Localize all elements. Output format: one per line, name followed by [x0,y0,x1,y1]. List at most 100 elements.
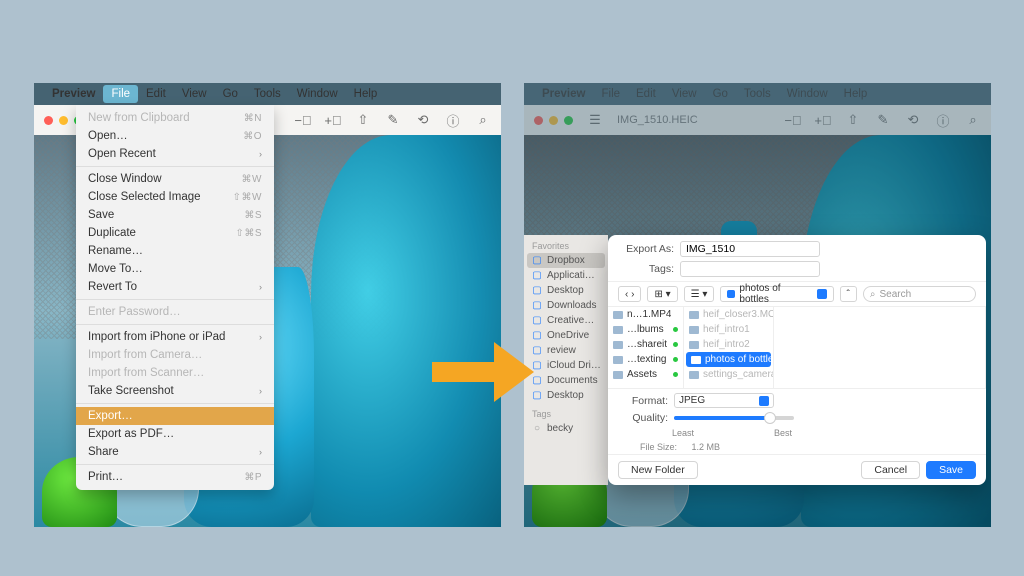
tags-field[interactable] [680,261,820,277]
browser-item[interactable]: heif_intro2 [684,337,773,352]
browser-item[interactable]: Assets [608,367,683,382]
sidebar-icon[interactable]: ☰ [587,112,603,128]
sidebar-item[interactable]: ▢Applicati… [524,268,608,283]
minimize-window-button[interactable] [59,116,68,125]
sidebar-tag-item[interactable]: ○becky [524,421,608,436]
quality-label: Quality: [620,412,668,424]
export-as-field[interactable] [680,241,820,257]
markup-icon[interactable]: ✎ [875,112,891,128]
file-menu-item[interactable]: Export as PDF… [76,425,274,443]
file-menu-item[interactable]: Rename… [76,242,274,260]
sidebar-tags-header: Tags [524,407,608,421]
filesize-value: 1.2 MB [692,442,721,452]
collapse-toggle[interactable]: ˆ [840,286,857,302]
menu-edit[interactable]: Edit [628,85,664,103]
file-menu-item[interactable]: Take Screenshot› [76,382,274,400]
browser-item[interactable]: n…1.MP4 [608,307,683,322]
share-icon[interactable]: ⇧ [845,112,861,128]
sidebar-item[interactable]: ▢Creative… [524,313,608,328]
file-menu-item[interactable]: Open…⌘O [76,127,274,145]
file-menu-item: Import from Camera… [76,346,274,364]
browser-item[interactable]: settings_camera.PNG [684,367,773,382]
file-menu-item[interactable]: Close Selected Image⇧⌘W [76,188,274,206]
file-menu-item[interactable]: Revert To› [76,278,274,296]
info-icon[interactable]: ⓘ [445,112,461,128]
file-menu-item[interactable]: Open Recent› [76,145,274,163]
save-button[interactable]: Save [926,461,976,479]
menubar-app: Preview [534,85,593,103]
browser-item[interactable]: heif_closer3.MOV [684,307,773,322]
menu-tools[interactable]: Tools [736,85,779,103]
rotate-icon[interactable]: ⟲ [415,112,431,128]
share-icon[interactable]: ⇧ [355,112,371,128]
quality-least-label: Least [672,428,694,438]
file-menu-item[interactable]: Import from iPhone or iPad› [76,328,274,346]
close-window-button[interactable] [44,116,53,125]
menu-help[interactable]: Help [346,85,386,103]
format-label: Format: [620,395,668,407]
file-menu-item[interactable]: Share› [76,443,274,461]
minimize-window-button[interactable] [549,116,558,125]
menu-window[interactable]: Window [779,85,836,103]
menu-help[interactable]: Help [836,85,876,103]
nav-back-forward[interactable]: ‹ › [618,286,641,302]
format-select[interactable]: JPEG [674,393,774,408]
zoom-out-icon[interactable]: −⃝ [295,112,311,128]
sidebar-item[interactable]: ▢Desktop [524,283,608,298]
browser-item[interactable]: …lbums [608,322,683,337]
export-as-label: Export As: [620,243,674,255]
search-icon[interactable]: ⌕ [965,112,981,128]
location-popup[interactable]: photos of bottles [720,286,833,302]
menu-file[interactable]: File [593,85,628,103]
file-menu-item[interactable]: Duplicate⇧⌘S [76,224,274,242]
rotate-icon[interactable]: ⟲ [905,112,921,128]
file-menu-dropdown: New from Clipboard⌘NOpen…⌘OOpen Recent›C… [76,105,274,490]
zoom-window-button[interactable] [564,116,573,125]
menu-go[interactable]: Go [705,85,736,103]
info-icon[interactable]: ⓘ [935,112,951,128]
menu-view[interactable]: View [664,85,705,103]
markup-icon[interactable]: ✎ [385,112,401,128]
menu-window[interactable]: Window [289,85,346,103]
cancel-button[interactable]: Cancel [861,461,920,479]
format-value: JPEG [679,395,705,406]
preview-toolbar-right: ☰ IMG_1510.HEIC −⃝ +⃝ ⇧ ✎ ⟲ ⓘ ⌕ [524,105,991,135]
file-menu-item[interactable]: Export… [76,407,274,425]
chevron-down-icon [759,396,769,406]
export-dialog: Export As: Tags: ‹ › ⊞ ▾ ☰ ▾ photos of b… [608,235,986,485]
menu-tools[interactable]: Tools [246,85,289,103]
location-value: photos of bottles [739,283,812,305]
sidebar-item[interactable]: ▢Downloads [524,298,608,313]
menubar-app: Preview [44,85,103,103]
menu-view[interactable]: View [174,85,215,103]
sidebar-item[interactable]: ▢Dropbox [527,253,605,268]
zoom-out-icon[interactable]: −⃝ [785,112,801,128]
menubar-right: Preview File Edit View Go Tools Window H… [524,83,991,105]
browser-item[interactable]: heif_intro1 [684,322,773,337]
menu-file[interactable]: File [103,85,138,103]
search-field[interactable]: ⌕ Search [863,286,976,302]
browser-item[interactable]: …shareit [608,337,683,352]
search-placeholder: Search [879,289,911,300]
file-menu-item[interactable]: Move To… [76,260,274,278]
new-folder-button[interactable]: New Folder [618,461,698,479]
filesize-label: File Size: [640,442,677,452]
file-menu-item[interactable]: Print…⌘P [76,468,274,486]
menu-go[interactable]: Go [215,85,246,103]
browser-item[interactable]: photos of bottles [686,352,771,367]
view-icons-button[interactable]: ⊞ ▾ [647,286,677,302]
sidebar-item[interactable]: ▢OneDrive [524,328,608,343]
quality-slider[interactable] [674,416,794,420]
menu-edit[interactable]: Edit [138,85,174,103]
zoom-in-icon[interactable]: +⃝ [815,112,831,128]
close-window-button[interactable] [534,116,543,125]
location-bar: ‹ › ⊞ ▾ ☰ ▾ photos of bottles ˆ ⌕ Search [608,281,986,307]
search-icon[interactable]: ⌕ [475,112,491,128]
window-title: IMG_1510.HEIC [617,114,698,126]
file-menu-item[interactable]: Save⌘S [76,206,274,224]
zoom-in-icon[interactable]: +⃝ [325,112,341,128]
file-menu-item[interactable]: Close Window⌘W [76,170,274,188]
file-menu-item: Enter Password… [76,303,274,321]
view-group-button[interactable]: ☰ ▾ [684,286,715,302]
browser-item[interactable]: …texting [608,352,683,367]
